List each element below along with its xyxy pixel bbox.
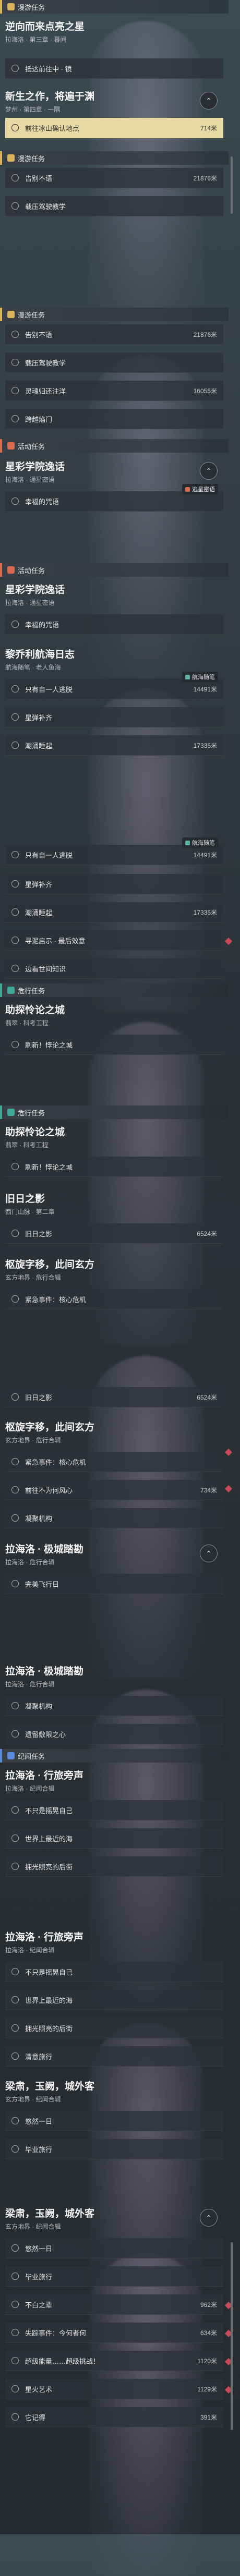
collapse-button[interactable]: ⌃ (200, 2209, 218, 2227)
collapse-button[interactable]: ⌃ (200, 462, 218, 480)
bookmark-icon (7, 154, 15, 162)
quest-card[interactable]: 助探怜论之城 翡翠 · 科考工程 (5, 1124, 222, 1149)
quest-card[interactable]: 拉海洛 · 极城踏勘 拉海洛 · 危行合辑 (5, 1663, 222, 1688)
objective-item[interactable]: 星火艺术 1129米 (5, 2379, 223, 2399)
quest-card[interactable]: 拉海洛 · 行旅旁声 拉海洛 · 纪闻合辑 (5, 1768, 222, 1793)
objective-item[interactable]: 告别不语 21876米 (5, 324, 223, 345)
quest-card[interactable]: 黎乔利航海日志 航海随笔 · 老人鱼海 (5, 647, 222, 672)
objective-item[interactable]: 刷新！悖论之城 (5, 1035, 223, 1055)
quest-card[interactable]: 星彩学院逸话 拉海洛 · 通星密语 ⌃ (5, 459, 222, 484)
objective-item[interactable]: 星弹补齐 (5, 707, 223, 727)
quest-title: 逆向而来点亮之星 (5, 21, 85, 32)
quest-subtitle: 梦州 · 第四章 · 一隅 (5, 106, 61, 113)
objective-item[interactable]: 只有自一人逃脱 14491米 航海随笔 (5, 672, 223, 699)
objective-item[interactable]: 超级能量……超级挑战！ 1120米 (5, 2351, 223, 2371)
category-header-legend[interactable]: 纪闻任务 (0, 1749, 229, 1763)
objective-item[interactable]: 遗留敷限之心 (5, 1724, 223, 1744)
scroll-rail[interactable] (231, 156, 233, 214)
objective-item[interactable]: 毕业旅行 (5, 2139, 223, 2159)
objective-item[interactable]: 载压驾驶教学 (5, 196, 223, 216)
quest-card[interactable]: 旧日之影 西门山脉 · 第二章 (5, 1191, 222, 1216)
objective-item[interactable]: 前往不为何风心 734米 (5, 1480, 223, 1500)
flag-icon (7, 442, 15, 449)
map-marker-icon (224, 1448, 233, 1456)
nav-tag: 航海随笔 (182, 672, 218, 682)
objective-item[interactable]: 拥光照亮的后街 (5, 1856, 223, 1877)
objective-item[interactable]: 星弹补齐 (5, 874, 223, 894)
quest-subtitle: 拉海洛 · 第三章 · 暮间 (5, 36, 67, 43)
cross-tag: 逃星密语 (182, 484, 218, 494)
objective-item[interactable]: 载压驾驶教学 (5, 353, 223, 373)
category-header-activity[interactable]: 活动任务 (0, 563, 229, 577)
objective-item[interactable]: 不白之辈 962米 (5, 2294, 223, 2315)
category-header-manhunt[interactable]: 漫游任务 (0, 0, 229, 14)
objective-item[interactable]: 寻泥启示 · 最后效意 (5, 930, 223, 951)
category-header-explore[interactable]: 危行任务 (0, 983, 229, 997)
objective-item-selected[interactable]: 前往冰山确认地点 714米 (5, 118, 223, 138)
objective-item[interactable]: 不只是摇晃自己 (5, 1962, 223, 1982)
quest-card[interactable]: 梁肃，玉阙，城外客 玄方地界 · 纪闻合辑 (5, 2079, 222, 2104)
map-marker-icon (224, 937, 233, 945)
objective-item[interactable]: 边看世间知识 (5, 958, 223, 979)
scroll-rail[interactable] (231, 2242, 233, 2430)
objective-item[interactable]: 跨越焰门 (5, 409, 223, 429)
objective-item[interactable]: 完美飞行日 (5, 1574, 223, 1594)
objective-item[interactable]: 刷新！悖论之城 (5, 1157, 223, 1177)
objective-item[interactable]: 毕业旅行 (5, 2266, 223, 2287)
objective-item[interactable]: 清意旅行 (5, 2046, 223, 2067)
category-header-activity[interactable]: 活动任务 (0, 439, 229, 453)
map-marker-icon (224, 1485, 233, 1493)
category-header-daily[interactable]: 漫游任务 (0, 151, 229, 165)
objective-item[interactable]: 拥光照亮的后街 (5, 2018, 223, 2038)
objective-item[interactable]: 失踪事件：今何者何 634米 (5, 2323, 223, 2343)
quest-card[interactable]: 梁肃，玉阙，城外客 玄方地界 · 纪闻合辑 ⌃ (5, 2206, 222, 2231)
category-header-daily[interactable]: 漫游任务 (0, 308, 229, 321)
objective-item[interactable]: 它记得 391米 (5, 2407, 223, 2427)
objective-item[interactable]: 旧日之影 6524米 (5, 1223, 223, 1244)
quest-card[interactable]: 拉海洛 · 行旅旁声 拉海洛 · 纪闻合辑 (5, 1929, 222, 1954)
objective-item[interactable]: 旧日之影 6524米 (5, 1387, 223, 1407)
category-label: 漫游任务 (18, 3, 45, 11)
objective-item[interactable]: 不只是摇晃自己 (5, 1800, 223, 1820)
objective-item[interactable]: 凝聚机构 (5, 1508, 223, 1528)
quest-card[interactable]: 拉海洛 · 极城踏勘 拉海洛 · 危行合辑 ⌃ (5, 1541, 222, 1566)
quest-card[interactable]: 助探怜论之城 翡翠 · 科考工程 (5, 1002, 222, 1027)
checkbox-icon (11, 65, 19, 72)
quest-card[interactable]: 逆向而来点亮之星 拉海洛 · 第三章 · 暮间 (5, 19, 222, 44)
objective-item[interactable]: 紧急事件：核心危机 (5, 1452, 223, 1472)
distance-label: 714米 (200, 124, 217, 132)
objective-item[interactable]: 悠然一日 (5, 2111, 223, 2131)
objective-item[interactable]: 凝聚机构 (5, 1696, 223, 1716)
book-icon (7, 1752, 15, 1759)
compass-icon (7, 987, 15, 994)
quest-title: 新生之作，将遍于渊 (5, 91, 95, 102)
objective-item[interactable]: 悠然一日 (5, 2238, 223, 2258)
objective-item[interactable]: 世界上最近的海 (5, 1828, 223, 1849)
objective-item[interactable]: 世界上最近的海 (5, 1990, 223, 2010)
bookmark-icon (7, 3, 15, 10)
checkbox-icon (11, 124, 19, 131)
quest-card[interactable]: 枢旋字移，此间玄方 玄方地界 · 危行合辑 (5, 1419, 222, 1444)
quest-card[interactable]: 星彩学院逸话 拉海洛 · 通星密语 (5, 582, 222, 607)
collapse-button[interactable]: ⌃ (200, 92, 218, 110)
objective-item[interactable]: 幸福的咒语 逃星密语 (5, 484, 223, 512)
objective-item[interactable]: 抵达前往中 · 镜 (5, 58, 223, 79)
objective-item[interactable]: 只有自一人逃脱 14491米 航海随笔 (5, 837, 223, 865)
quest-card[interactable]: 新生之作，将遍于渊 梦州 · 第四章 · 一隅 ⌃ (5, 89, 222, 114)
objective-item[interactable]: 潮涌睡起 17335米 (5, 735, 223, 756)
objective-item[interactable]: 告别不语 21876米 (5, 168, 223, 188)
objective-item[interactable]: 灵魂归还注洋 16055米 (5, 381, 223, 401)
category-header-explore[interactable]: 危行任务 (0, 1105, 229, 1119)
objective-item[interactable]: 潮涌睡起 17335米 (5, 902, 223, 922)
quest-card[interactable]: 枢旋字移，此间玄方 玄方地界 · 危行合辑 (5, 1257, 222, 1282)
collapse-button[interactable]: ⌃ (200, 1545, 218, 1562)
objective-item[interactable]: 紧急事件：核心危机 (5, 1289, 223, 1309)
objective-item[interactable]: 幸福的咒语 (5, 614, 223, 635)
